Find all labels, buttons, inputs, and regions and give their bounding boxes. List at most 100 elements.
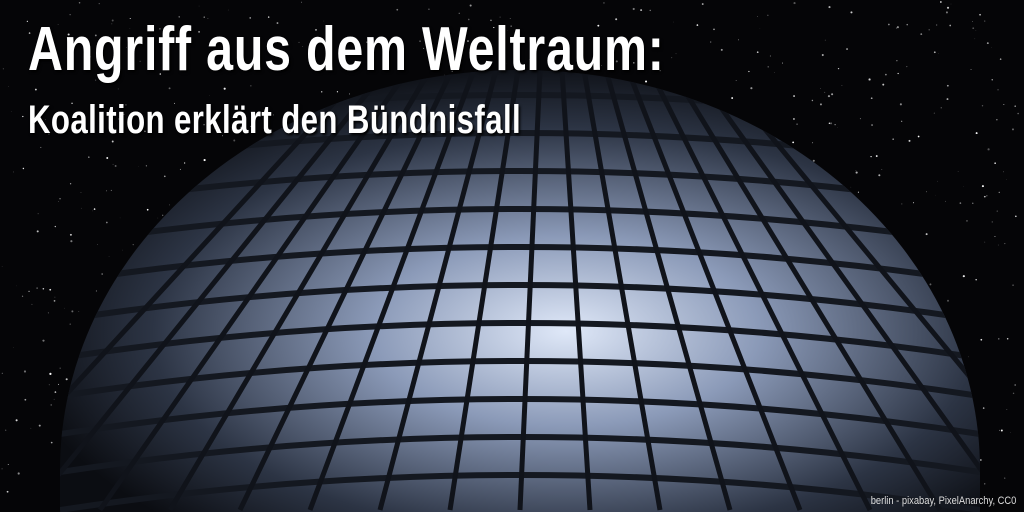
star	[827, 95, 831, 98]
star	[998, 191, 1000, 194]
star	[69, 323, 71, 325]
star	[828, 6, 831, 9]
star	[906, 66, 908, 68]
star	[649, 9, 651, 12]
star	[972, 27, 975, 30]
star	[975, 279, 977, 281]
star	[912, 202, 915, 204]
star	[824, 39, 826, 41]
star	[981, 185, 984, 188]
star	[53, 398, 55, 400]
star	[875, 155, 878, 157]
star	[5, 429, 7, 431]
star	[1, 372, 3, 374]
star	[882, 83, 885, 86]
star	[54, 391, 57, 393]
star	[112, 163, 114, 165]
star	[841, 85, 843, 86]
star	[80, 192, 82, 193]
star	[106, 157, 109, 159]
star	[24, 398, 27, 401]
star	[896, 26, 899, 29]
star	[132, 243, 134, 246]
star	[767, 14, 769, 16]
star	[986, 42, 989, 45]
star	[821, 54, 824, 57]
star	[939, 1, 942, 3]
star	[946, 6, 950, 9]
star	[15, 419, 18, 422]
star	[30, 427, 32, 429]
star	[984, 20, 986, 22]
star	[997, 244, 999, 246]
star	[59, 197, 61, 200]
star	[878, 174, 881, 177]
star	[1004, 243, 1006, 245]
star	[223, 87, 226, 90]
star	[301, 1, 303, 3]
star	[812, 159, 815, 162]
star	[348, 93, 351, 95]
star	[2, 68, 4, 70]
star	[812, 142, 814, 144]
star	[831, 93, 834, 96]
star	[970, 69, 972, 70]
star	[937, 180, 938, 182]
star	[69, 183, 72, 185]
star	[58, 200, 59, 202]
star	[673, 21, 674, 23]
image-credit: berlin - pixabay, PixelAnarchy, CC0	[870, 495, 1016, 507]
star	[78, 2, 81, 4]
star	[987, 148, 990, 151]
star	[738, 39, 739, 41]
star	[71, 310, 74, 313]
star	[957, 170, 959, 172]
star	[22, 115, 24, 118]
star	[947, 299, 949, 302]
star	[855, 171, 858, 174]
star	[828, 122, 831, 124]
star	[846, 48, 848, 51]
star	[999, 429, 1001, 431]
star	[95, 290, 97, 292]
star	[50, 404, 52, 406]
star	[974, 38, 976, 40]
star	[184, 162, 186, 164]
star	[1006, 338, 1009, 340]
star	[203, 158, 206, 162]
star	[1003, 171, 1004, 173]
star	[93, 208, 96, 210]
star	[938, 53, 939, 54]
star	[756, 51, 759, 53]
star	[119, 217, 121, 219]
star	[925, 233, 928, 236]
star	[92, 210, 93, 212]
star	[59, 367, 61, 369]
star	[36, 230, 39, 233]
star	[428, 8, 430, 10]
star	[98, 3, 100, 5]
star	[145, 165, 148, 167]
star	[48, 384, 50, 386]
star	[949, 24, 952, 27]
star	[820, 88, 822, 90]
star	[945, 200, 946, 202]
star	[983, 195, 986, 198]
star	[991, 221, 993, 223]
star	[994, 162, 996, 164]
star	[859, 118, 861, 120]
star	[908, 139, 911, 142]
star	[97, 244, 98, 245]
star	[78, 310, 80, 312]
star	[946, 98, 949, 101]
star	[713, 28, 715, 31]
star	[925, 191, 928, 193]
star	[40, 146, 42, 149]
star	[162, 214, 164, 216]
star	[49, 372, 52, 375]
star	[811, 99, 814, 102]
star	[88, 156, 90, 158]
star	[47, 312, 49, 314]
star	[906, 23, 908, 26]
star	[796, 123, 798, 125]
